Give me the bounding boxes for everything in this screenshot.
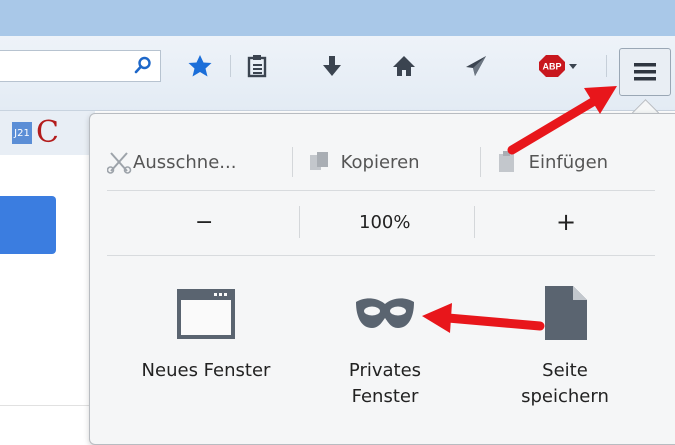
copy-label: Kopieren	[340, 151, 420, 173]
adblock-plus-button[interactable]: ABP	[530, 53, 586, 79]
save-page-label-line1: Seite	[542, 360, 588, 381]
toolbar-separator	[230, 55, 231, 77]
paste-label: Einfügen	[528, 151, 609, 173]
toolbar-separator	[606, 55, 607, 77]
titlebar	[0, 0, 675, 36]
clipboard-icon	[498, 151, 514, 172]
scissors-icon	[107, 152, 132, 174]
copy-button[interactable]: Kopieren	[293, 140, 480, 184]
zoom-in-button[interactable]: +	[556, 208, 576, 236]
cut-label: Ausschne...	[133, 151, 237, 173]
home-icon[interactable]	[390, 53, 418, 79]
zoom-separator	[299, 206, 300, 238]
bookmark-j21[interactable]: J21	[12, 122, 32, 144]
menu-separator	[107, 255, 655, 256]
zoom-out-button[interactable]: −	[195, 210, 213, 235]
private-window-label-line2: Fenster	[351, 386, 419, 407]
url-bar[interactable]	[0, 50, 161, 82]
new-window-icon	[177, 289, 235, 339]
cut-button[interactable]: Ausschne...	[107, 140, 292, 184]
page-divider	[0, 405, 95, 406]
zoom-controls: − 100% +	[107, 204, 655, 244]
zoom-reset-button[interactable]: 100%	[359, 212, 410, 233]
new-window-button[interactable]: Neues Fenster	[126, 288, 286, 384]
adblock-plus-label: ABP	[542, 62, 561, 72]
paste-button[interactable]: Einfügen	[481, 140, 655, 184]
open-menu-button[interactable]	[619, 48, 671, 96]
download-icon[interactable]	[318, 53, 346, 79]
copy-icon	[309, 152, 328, 170]
edit-controls: Ausschne... Kopieren Einfügen	[107, 140, 655, 184]
private-window-label-line1: Privates	[348, 360, 422, 381]
page-blue-button[interactable]	[0, 196, 56, 254]
private-window-button[interactable]: Privates Fenster	[320, 288, 450, 410]
save-page-icon	[545, 286, 587, 340]
menu-separator	[107, 190, 655, 191]
zoom-separator	[474, 206, 475, 238]
private-mask-icon	[356, 298, 414, 328]
bookmark-c[interactable]: C	[36, 115, 59, 150]
new-window-label: Neues Fenster	[141, 360, 271, 381]
hamburger-menu-icon	[634, 63, 656, 81]
save-page-label-line2: speichern	[521, 386, 609, 407]
save-page-button[interactable]: Seite speichern	[500, 284, 630, 410]
adblock-plus-icon: ABP	[539, 55, 565, 77]
send-icon[interactable]	[462, 53, 490, 79]
reading-list-icon[interactable]	[243, 53, 271, 79]
chevron-down-icon	[569, 64, 577, 69]
bookmark-star-icon[interactable]	[186, 53, 214, 79]
search-icon[interactable]	[134, 56, 152, 74]
